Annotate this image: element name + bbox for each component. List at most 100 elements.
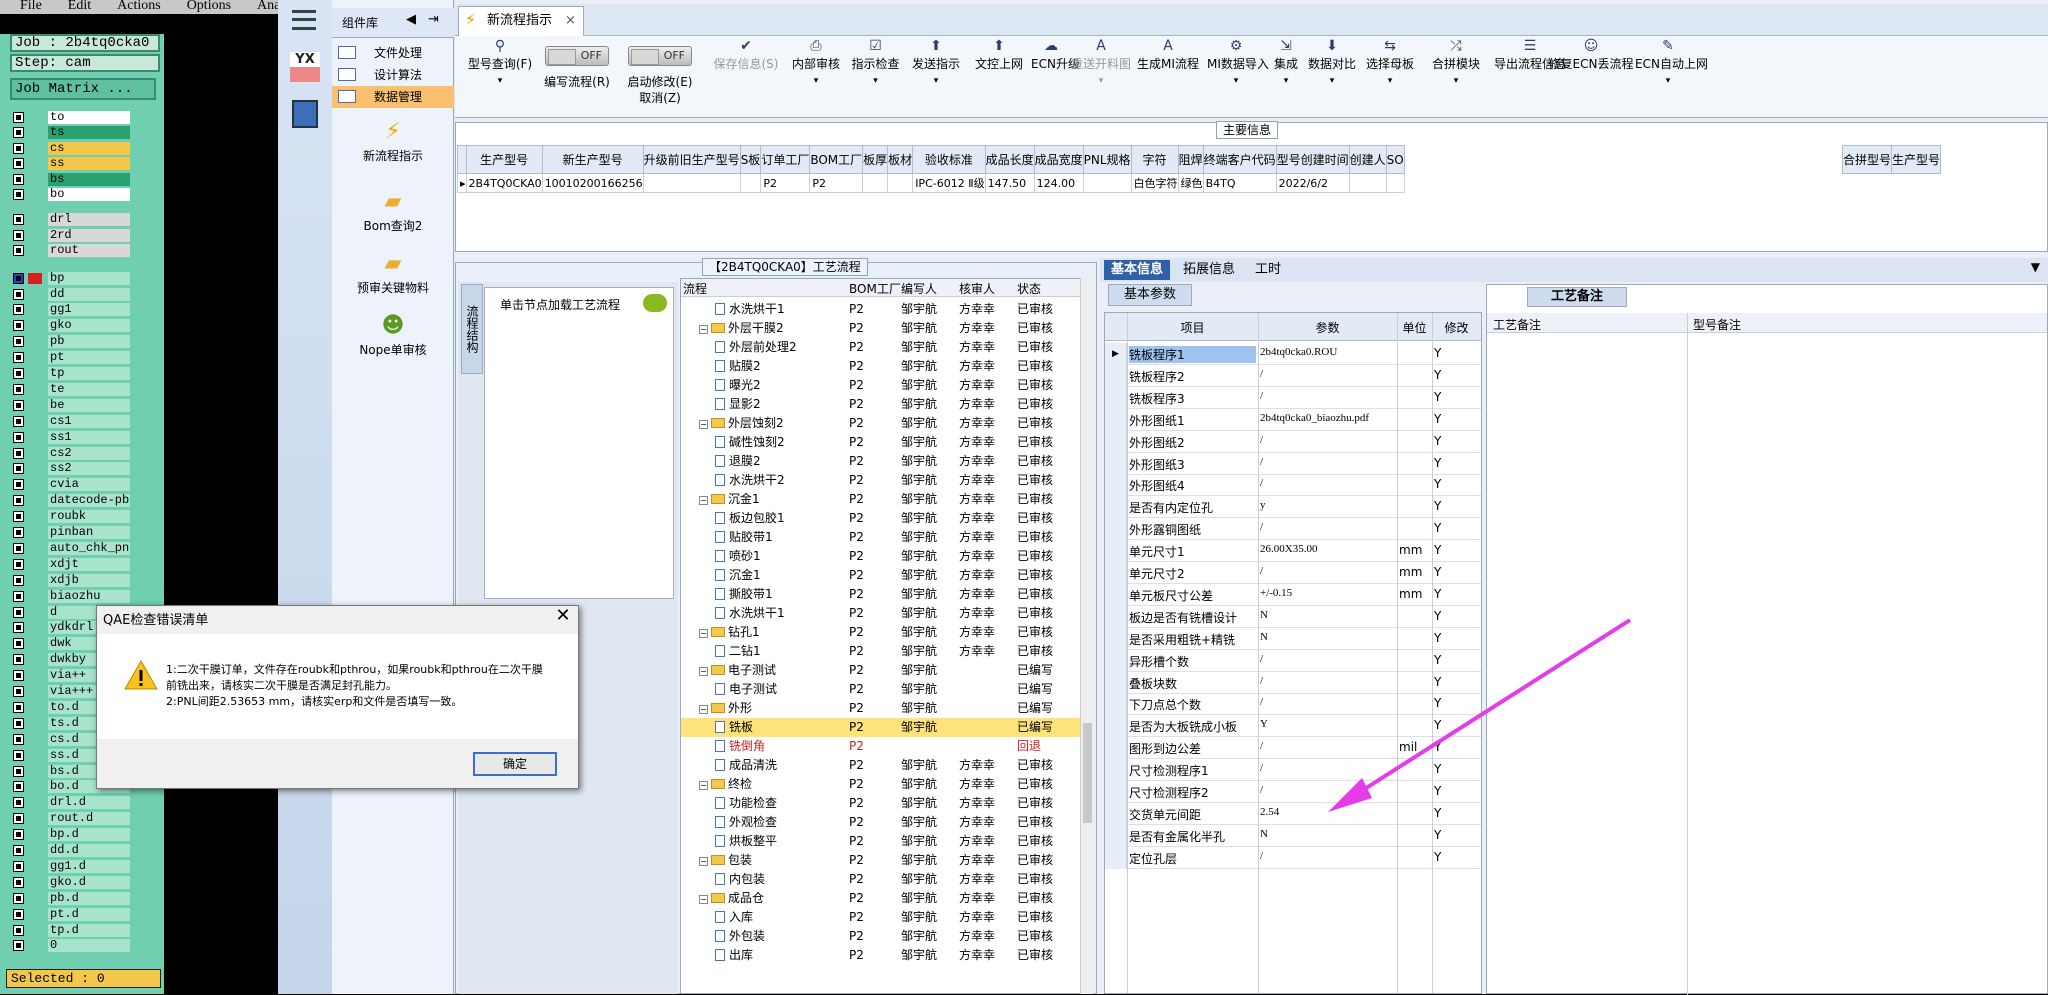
layer-row[interactable]: dd.d bbox=[8, 843, 134, 858]
menu-file[interactable]: File bbox=[20, 0, 42, 13]
table-cell[interactable] bbox=[1348, 173, 1387, 193]
params-row[interactable]: 外形露铜图纸 / Y bbox=[1105, 518, 1481, 541]
tree-node[interactable]: − 外层干膜2 bbox=[699, 319, 847, 338]
layer-checkbox[interactable] bbox=[13, 765, 24, 777]
layer-name[interactable]: dd.d bbox=[48, 844, 130, 857]
layer-name[interactable]: gko bbox=[48, 319, 130, 333]
tree-row[interactable]: − 沉金1 P2 邹宇航 方幸幸 已审核 bbox=[681, 490, 1085, 509]
layer-checkbox[interactable] bbox=[13, 189, 24, 200]
tree-node[interactable]: 水洗烘干1 bbox=[715, 604, 847, 623]
params-row[interactable]: 外形图纸2 / Y bbox=[1105, 430, 1481, 453]
scroll-thumb[interactable] bbox=[1083, 723, 1092, 823]
table-cell[interactable]: 147.50 bbox=[984, 173, 1035, 193]
layer-name[interactable]: rout.d bbox=[48, 812, 130, 826]
tree-row[interactable]: − 钻孔1 P2 邹宇航 方幸幸 已审核 bbox=[681, 623, 1085, 642]
column-header[interactable]: S板 bbox=[739, 145, 762, 174]
toggle-switch[interactable]: OFF bbox=[628, 46, 692, 66]
layer-row[interactable]: tp.d bbox=[8, 923, 134, 938]
layer-checkbox[interactable] bbox=[13, 654, 24, 666]
layer-checkbox[interactable] bbox=[13, 479, 24, 491]
layer-checkbox[interactable] bbox=[13, 590, 24, 602]
menu-options[interactable]: Options bbox=[187, 0, 231, 13]
tree-node[interactable]: 碱性蚀刻2 bbox=[715, 433, 847, 452]
library-item-1[interactable]: 设计算法 bbox=[332, 64, 454, 86]
tree-node[interactable]: − 外层蚀刻2 bbox=[699, 414, 847, 433]
column-header[interactable]: 合拼型号 bbox=[1841, 145, 1893, 174]
layer-name[interactable]: pt bbox=[48, 351, 130, 365]
chevron-down-icon[interactable]: ▾ bbox=[1308, 76, 1356, 86]
layer-checkbox[interactable] bbox=[13, 352, 24, 364]
layer-name[interactable]: auto_chk_pn bbox=[48, 541, 130, 555]
ribbon-button-1[interactable]: OFF 编写流程(R) bbox=[537, 38, 617, 114]
tree-node[interactable]: 电子测试 bbox=[715, 680, 847, 699]
layer-row[interactable]: pinban bbox=[8, 525, 134, 540]
tree-node[interactable]: − 沉金1 bbox=[699, 490, 847, 509]
launcher-1[interactable]: ▰ Bom查询2 bbox=[332, 190, 454, 234]
tree-node[interactable]: − 电子测试 bbox=[699, 661, 847, 680]
tree-node[interactable]: 板边包胶1 bbox=[715, 509, 847, 528]
hamburger-icon[interactable] bbox=[292, 10, 316, 30]
tree-row[interactable]: 板边包胶1 P2 邹宇航 方幸幸 已审核 bbox=[681, 509, 1085, 528]
params-row[interactable]: 铣板程序3 / Y bbox=[1105, 386, 1481, 409]
tree-node[interactable]: 水洗烘干1 bbox=[715, 300, 847, 319]
param-value-field[interactable]: / bbox=[1260, 477, 1395, 489]
layer-row[interactable]: pb.d bbox=[8, 891, 134, 906]
table-cell[interactable]: P2 bbox=[760, 173, 811, 193]
chevron-down-icon[interactable]: ▾ bbox=[787, 76, 845, 86]
process-node-box[interactable]: 单击节点加载工艺流程 bbox=[484, 287, 674, 599]
layer-name[interactable]: gg1 bbox=[48, 303, 130, 317]
tree-row[interactable]: 烘板整平 P2 邹宇航 方幸幸 已审核 bbox=[681, 832, 1085, 851]
menu-analys[interactable]: Analys bbox=[257, 0, 280, 13]
layer-checkbox[interactable] bbox=[13, 214, 24, 226]
layer-row[interactable]: biaozhu bbox=[8, 589, 134, 604]
layer-checkbox[interactable] bbox=[13, 142, 24, 154]
ribbon-button-13[interactable]: ⬇ 数据对比 ▾ bbox=[1308, 38, 1356, 114]
table-cell[interactable] bbox=[642, 173, 741, 193]
layer-checkbox[interactable] bbox=[13, 606, 24, 618]
layer-row[interactable]: cs2 bbox=[8, 446, 134, 461]
tab-close-icon[interactable]: × bbox=[565, 7, 576, 35]
tree-row[interactable]: 二钻1 P2 邹宇航 方幸幸 已审核 bbox=[681, 642, 1085, 661]
layer-row[interactable]: cs bbox=[8, 141, 134, 156]
layer-checkbox[interactable] bbox=[13, 158, 24, 170]
chevron-down-icon[interactable]: ▾ bbox=[848, 76, 903, 86]
launcher-2[interactable]: ▰ 预审关键物料 bbox=[332, 252, 454, 296]
column-header[interactable]: 创建人 bbox=[1348, 145, 1387, 174]
column-header[interactable]: 板厚 bbox=[862, 145, 889, 174]
layer-checkbox[interactable] bbox=[13, 245, 24, 257]
column-header[interactable]: 成品宽度 bbox=[1033, 145, 1084, 174]
param-value-field[interactable]: / bbox=[1260, 434, 1395, 446]
column-header[interactable]: 新生产型号 bbox=[541, 145, 644, 174]
tree-row[interactable]: 铣板 P2 邹宇航 已编写 bbox=[681, 718, 1085, 737]
layer-row[interactable]: drl.d bbox=[8, 795, 134, 810]
layer-row[interactable]: 2rd bbox=[8, 228, 134, 243]
expand-toggle-icon[interactable]: − bbox=[699, 496, 708, 505]
expand-toggle-icon[interactable]: − bbox=[699, 325, 708, 334]
tree-node[interactable]: 铣倒角 bbox=[715, 737, 847, 756]
layer-name[interactable]: bo bbox=[48, 188, 130, 201]
tree-node[interactable]: 烘板整平 bbox=[715, 832, 847, 851]
library-item-0[interactable]: 文件处理 bbox=[332, 42, 454, 64]
table-cell[interactable]: 绿色 bbox=[1177, 173, 1204, 193]
tree-node[interactable]: 曝光2 bbox=[715, 376, 847, 395]
layer-checkbox[interactable] bbox=[13, 527, 24, 538]
params-row[interactable]: 定位孔层 / Y bbox=[1105, 846, 1481, 869]
tree-scrollbar[interactable] bbox=[1080, 278, 1094, 994]
layer-checkbox[interactable] bbox=[13, 686, 24, 697]
layer-name[interactable]: 2rd bbox=[48, 228, 130, 242]
tree-row[interactable]: 铣倒角 P2 回退 bbox=[681, 737, 1085, 756]
layer-row[interactable]: cs1 bbox=[8, 414, 134, 429]
layer-checkbox[interactable] bbox=[13, 127, 24, 139]
menu-edit[interactable]: Edit bbox=[68, 0, 91, 13]
layer-name[interactable]: pt.d bbox=[48, 907, 130, 921]
layer-checkbox[interactable] bbox=[13, 304, 24, 316]
layer-name[interactable]: dd bbox=[48, 287, 130, 301]
layer-checkbox[interactable] bbox=[13, 892, 24, 904]
tab-new-process[interactable]: ⚡ 新流程指示 × bbox=[458, 6, 584, 36]
layer-name[interactable]: cs bbox=[48, 141, 130, 155]
collapse-left-icon[interactable]: ◀ bbox=[406, 12, 416, 27]
layer-checkbox[interactable] bbox=[13, 431, 24, 443]
layer-checkbox[interactable] bbox=[13, 717, 24, 729]
layer-checkbox[interactable] bbox=[13, 845, 24, 856]
expand-toggle-icon[interactable]: − bbox=[699, 705, 708, 714]
